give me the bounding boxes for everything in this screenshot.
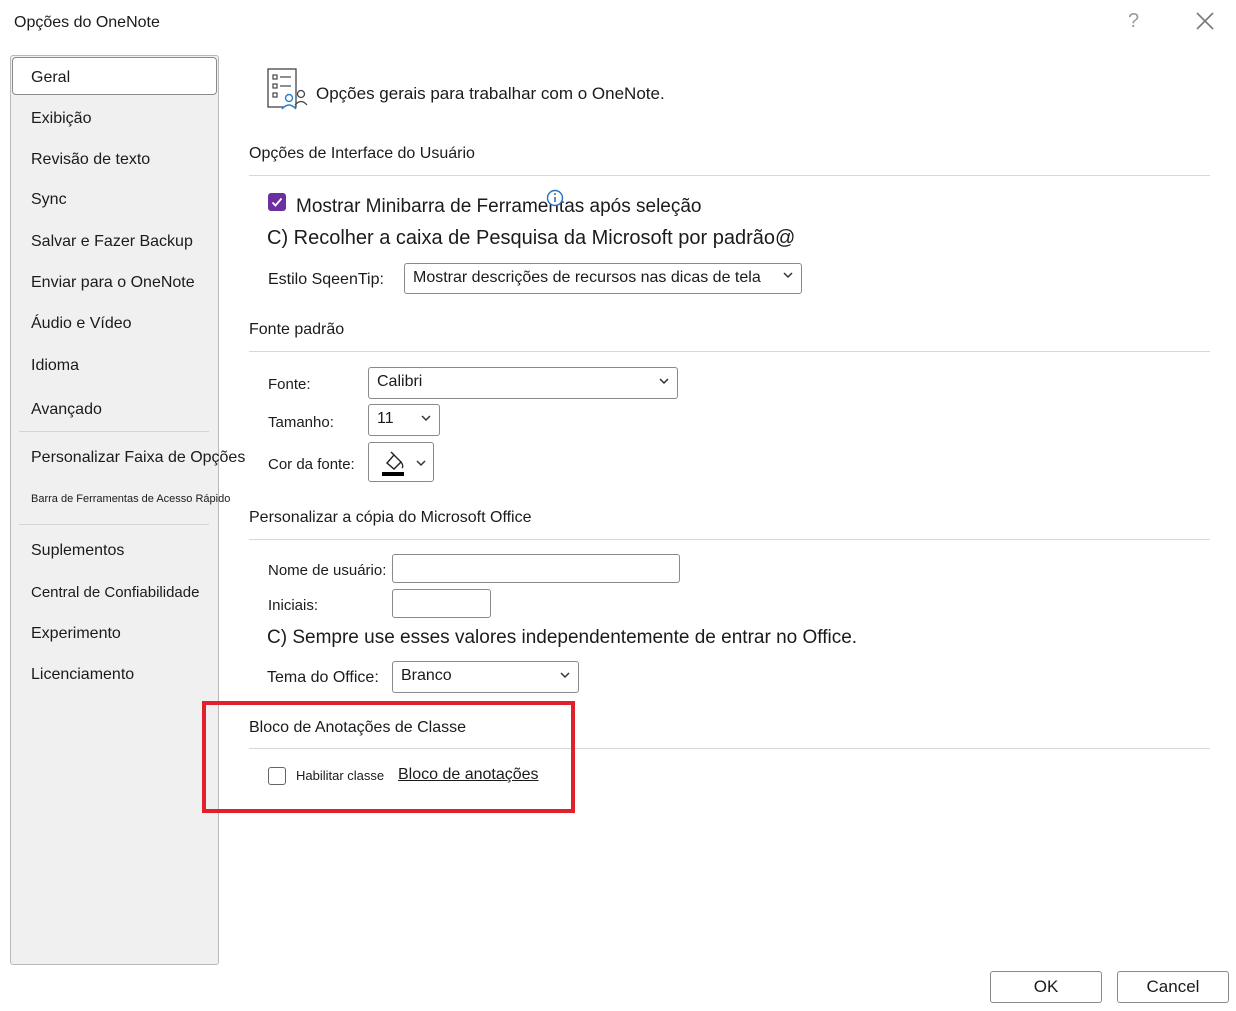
sidebar-item-idioma[interactable]: Idioma [31,357,79,375]
minibar-checkbox[interactable] [268,193,286,211]
initials-label: Iniciais: [268,597,319,614]
sidebar: Geral Exibição Revisão de texto Sync Sal… [10,55,245,965]
sidebar-item-suplementos[interactable]: Suplementos [31,542,124,560]
sidebar-item-audio-video[interactable]: Áudio e Vídeo [31,315,132,333]
general-options-icon [266,67,310,111]
office-theme-value: Branco [401,667,452,684]
username-input[interactable] [392,554,680,583]
screentip-value: Mostrar descrições de recursos nas dicas… [413,269,761,286]
sidebar-divider [19,431,209,432]
font-select[interactable]: Calibri [368,367,678,399]
font-value: Calibri [377,373,423,390]
sidebar-item-licenciamento[interactable]: Licenciamento [31,666,134,684]
section-divider [249,539,1210,540]
section-divider [249,175,1210,176]
chevron-down-icon [416,460,426,467]
minibar-label: Mostrar Minibarra de Ferramentas após se… [296,196,702,217]
size-label: Tamanho: [268,414,334,431]
section-ui-options: Opções de Interface do Usuário [249,145,475,162]
section-personalize: Personalizar a cópia do Microsoft Office [249,509,532,526]
paint-bucket-icon [382,451,404,476]
sidebar-item-enviar[interactable]: Enviar para o OneNote [31,274,195,292]
sidebar-item-revisao[interactable]: Revisão de texto [31,151,150,169]
sidebar-item-geral[interactable]: Geral [31,69,70,87]
size-value: 11 [377,410,394,427]
collapse-search-text: C) Recolher a caixa de Pesquisa da Micro… [267,227,796,249]
font-label: Fonte: [268,376,311,393]
section-default-font: Fonte padrão [249,321,345,338]
chevron-down-icon [560,672,570,679]
help-button[interactable]: ? [1128,10,1139,33]
info-icon [546,189,564,207]
always-use-values-text: C) Sempre use esses valores independente… [267,627,858,648]
screentip-label: Estilo SqeenTip: [268,271,384,288]
screentip-select[interactable]: Mostrar descrições de recursos nas dicas… [404,263,802,294]
header-text: Opções gerais para trabalhar com o OneNo… [316,84,665,103]
sidebar-divider [19,524,209,525]
sidebar-item-faixa-opcoes[interactable]: Personalizar Faixa de Opções [31,449,245,467]
sidebar-item-sync[interactable]: Sync [31,191,67,209]
chevron-down-icon [659,378,669,385]
size-select[interactable]: 11 [368,404,440,436]
font-color-label: Cor da fonte: [268,456,355,473]
cancel-button[interactable]: Cancel [1117,971,1229,1003]
office-theme-select[interactable]: Branco [392,661,579,693]
sidebar-item-experimento[interactable]: Experimento [31,625,121,643]
chevron-down-icon [783,272,793,279]
section-divider [249,351,1210,352]
sidebar-item-exibicao[interactable]: Exibição [31,110,91,128]
sidebar-item-acesso-rapido[interactable]: Barra de Ferramentas de Acesso Rápido [31,493,230,505]
sidebar-item-salvar[interactable]: Salvar e Fazer Backup [31,233,193,251]
sidebar-item-avancado[interactable]: Avançado [31,401,102,419]
close-icon[interactable] [1194,10,1216,32]
initials-input[interactable] [392,589,491,618]
chevron-down-icon [421,415,431,422]
sidebar-item-confiabilidade[interactable]: Central de Confiabilidade [31,584,199,601]
office-theme-label: Tema do Office: [267,669,379,686]
highlight-box [202,701,575,813]
font-color-picker[interactable] [368,442,434,482]
ok-button[interactable]: OK [990,971,1102,1003]
username-label: Nome de usuário: [268,562,387,579]
window-title: Opções do OneNote [14,14,160,31]
